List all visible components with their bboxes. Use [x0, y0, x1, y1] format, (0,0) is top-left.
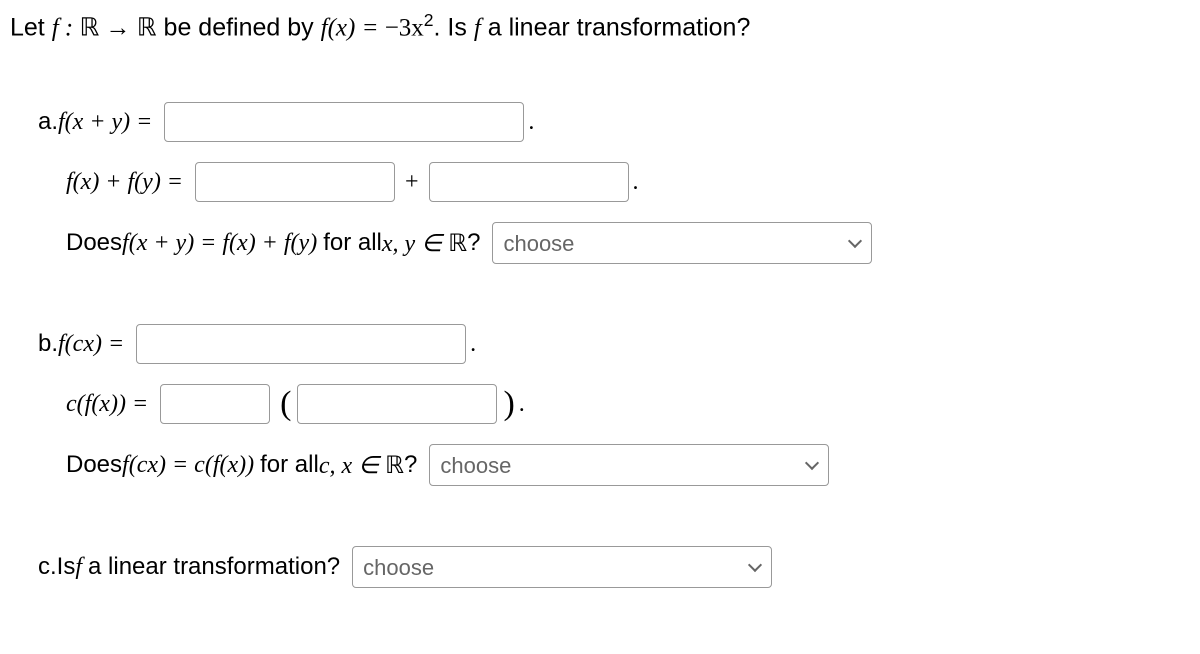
part-c-line: c. Is f a linear transformation? choose: [38, 546, 1190, 588]
open-paren: (: [280, 385, 291, 423]
part-c-label: c.: [38, 553, 57, 581]
intro-arrow: →: [99, 14, 137, 41]
dropdown-b[interactable]: choose: [429, 444, 829, 486]
part-b-line2: c(f(x)) = ( ) .: [66, 384, 1190, 424]
part-b-line1: b. f(cx) = .: [38, 324, 1190, 364]
input-c[interactable]: [160, 384, 270, 424]
intro-sq: 2: [424, 10, 434, 30]
xy-in: x, y ∈: [382, 229, 442, 258]
period-b2: .: [519, 391, 525, 418]
intro-f: f: [474, 14, 481, 41]
fxy-eq-fx-fy: f(x + y) = f(x) + f(y): [122, 230, 317, 257]
dropdown-a[interactable]: choose: [492, 222, 872, 264]
forall-a: for all: [323, 229, 382, 257]
f-c: f: [75, 554, 82, 581]
does-b: Does: [66, 451, 122, 479]
intro-fx-eq: f(x) =: [321, 14, 385, 41]
q-b: ?: [404, 451, 417, 479]
forall-b: for all: [260, 451, 319, 479]
intro-let: Let: [10, 13, 52, 41]
part-a: a. f(x + y) = . f(x) + f(y) = + . Does f…: [38, 102, 1190, 264]
fcx-eq-cfx: f(cx) = c(f(x)): [122, 452, 254, 479]
fx-plus-fy-label: f(x) + f(y) =: [66, 169, 183, 196]
cx-in: c, x ∈: [319, 451, 379, 480]
part-b-label: b.: [38, 330, 58, 358]
fcx-eq-label: f(cx) =: [58, 331, 124, 358]
is-text: Is: [57, 553, 76, 581]
intro-defined-by: be defined by: [157, 13, 321, 41]
part-c: c. Is f a linear transformation? choose: [38, 546, 1190, 588]
part-a-line1: a. f(x + y) = .: [38, 102, 1190, 142]
question-intro: Let f : ℝ → ℝ be defined by f(x) = −3x2.…: [10, 10, 1190, 42]
intro-is-f: . Is: [434, 13, 474, 41]
cfx-eq-label: c(f(x)) =: [66, 391, 148, 418]
q-a: ?: [467, 229, 480, 257]
period-a1: .: [528, 109, 534, 136]
close-paren: ): [503, 385, 514, 423]
does-a: Does: [66, 229, 122, 257]
plus-sign: +: [405, 169, 419, 196]
intro-linear-q: a linear transformation?: [481, 13, 751, 41]
part-b: b. f(cx) = . c(f(x)) = ( ) . Does f(cx) …: [38, 324, 1190, 486]
input-fx-b[interactable]: [297, 384, 497, 424]
intro-R1: ℝ: [79, 14, 99, 41]
part-b-line3: Does f(cx) = c(f(x)) for all c, x ∈ ℝ? c…: [66, 444, 1190, 486]
input-fcx[interactable]: [136, 324, 466, 364]
fxy-eq-label: f(x + y) =: [58, 109, 152, 136]
intro-R2: ℝ: [137, 14, 157, 41]
dropdown-c[interactable]: choose: [352, 546, 772, 588]
input-fxy[interactable]: [164, 102, 524, 142]
part-a-line3: Does f(x + y) = f(x) + f(y) for all x, y…: [66, 222, 1190, 264]
part-a-label: a.: [38, 108, 58, 136]
intro-f-colon: f :: [52, 14, 80, 41]
R-b: ℝ: [385, 451, 404, 480]
period-a2: .: [633, 169, 639, 196]
input-fy[interactable]: [429, 162, 629, 202]
rest-c: a linear transformation?: [88, 553, 340, 581]
input-fx[interactable]: [195, 162, 395, 202]
period-b1: .: [470, 331, 476, 358]
part-a-line2: f(x) + f(y) = + .: [66, 162, 1190, 202]
R-a: ℝ: [448, 229, 467, 258]
intro-neg3x: −3x: [385, 14, 424, 41]
